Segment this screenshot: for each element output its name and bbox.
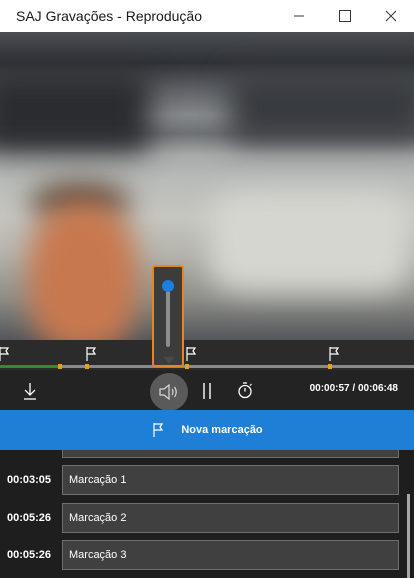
- timeline-marker: [185, 364, 189, 369]
- flag-icon[interactable]: [327, 346, 341, 362]
- timeline[interactable]: [0, 340, 414, 370]
- control-bar: 00:00:57 / 00:06:48: [0, 370, 414, 411]
- list-scrollbar[interactable]: [407, 494, 410, 578]
- video-frame-region: [0, 72, 150, 152]
- list-item: [0, 450, 404, 458]
- flag-icon[interactable]: [184, 346, 198, 362]
- bookmark-time[interactable]: 00:03:05: [7, 474, 51, 486]
- video-player[interactable]: [0, 32, 414, 340]
- maximize-button[interactable]: [322, 0, 368, 32]
- timer-button[interactable]: [234, 379, 256, 401]
- bookmark-name-field[interactable]: Marcação 3: [62, 540, 399, 570]
- maximize-icon: [339, 10, 351, 22]
- pause-button[interactable]: [198, 380, 216, 402]
- volume-slider-thumb[interactable]: [162, 280, 174, 292]
- new-marker-button[interactable]: Nova marcação: [0, 410, 414, 450]
- pause-icon: [203, 383, 211, 399]
- video-frame-region: [210, 192, 410, 292]
- title-bar: SAJ Gravações - Reprodução: [0, 0, 414, 32]
- volume-slider-popup[interactable]: [152, 265, 184, 367]
- download-icon: [24, 383, 36, 400]
- timeline-progress: [0, 365, 58, 368]
- speaker-icon: [159, 383, 177, 401]
- timeline-track[interactable]: [0, 365, 414, 368]
- list-item: 00:05:26 Marcação 2: [0, 503, 404, 533]
- time-display: 00:00:57 / 00:06:48: [309, 383, 398, 394]
- new-marker-label: Nova marcação: [181, 424, 263, 436]
- list-item: 00:05:26 Marcação 3: [0, 540, 404, 570]
- flag-icon[interactable]: [84, 346, 98, 362]
- list-item: 00:03:05 Marcação 1: [0, 465, 404, 495]
- bookmark-name-field[interactable]: Marcação 2: [62, 503, 399, 533]
- volume-popup-pointer: [163, 357, 175, 364]
- minimize-icon: [294, 15, 304, 17]
- timeline-marker: [58, 364, 62, 369]
- window-title: SAJ Gravações - Reprodução: [16, 8, 202, 24]
- close-button[interactable]: [368, 0, 414, 32]
- flag-icon[interactable]: [0, 346, 11, 362]
- download-button[interactable]: [20, 380, 40, 402]
- timeline-marker: [85, 364, 89, 369]
- volume-slider-track[interactable]: [166, 285, 170, 347]
- bookmark-time[interactable]: 00:05:26: [7, 512, 51, 524]
- bookmark-list: 00:03:05 Marcação 1 00:05:26 Marcação 2 …: [0, 450, 414, 578]
- video-frame-region: [28, 202, 138, 340]
- volume-button[interactable]: [150, 373, 188, 411]
- bookmark-name-field[interactable]: Marcação 1: [62, 465, 399, 495]
- bookmark-time[interactable]: 00:05:26: [7, 549, 51, 561]
- video-frame-region: [230, 72, 414, 142]
- stopwatch-icon: [238, 382, 252, 399]
- bookmark-name-field[interactable]: [62, 450, 399, 458]
- minimize-button[interactable]: [276, 0, 322, 32]
- flag-icon: [153, 423, 164, 437]
- timeline-marker: [328, 364, 332, 369]
- close-icon: [385, 10, 397, 22]
